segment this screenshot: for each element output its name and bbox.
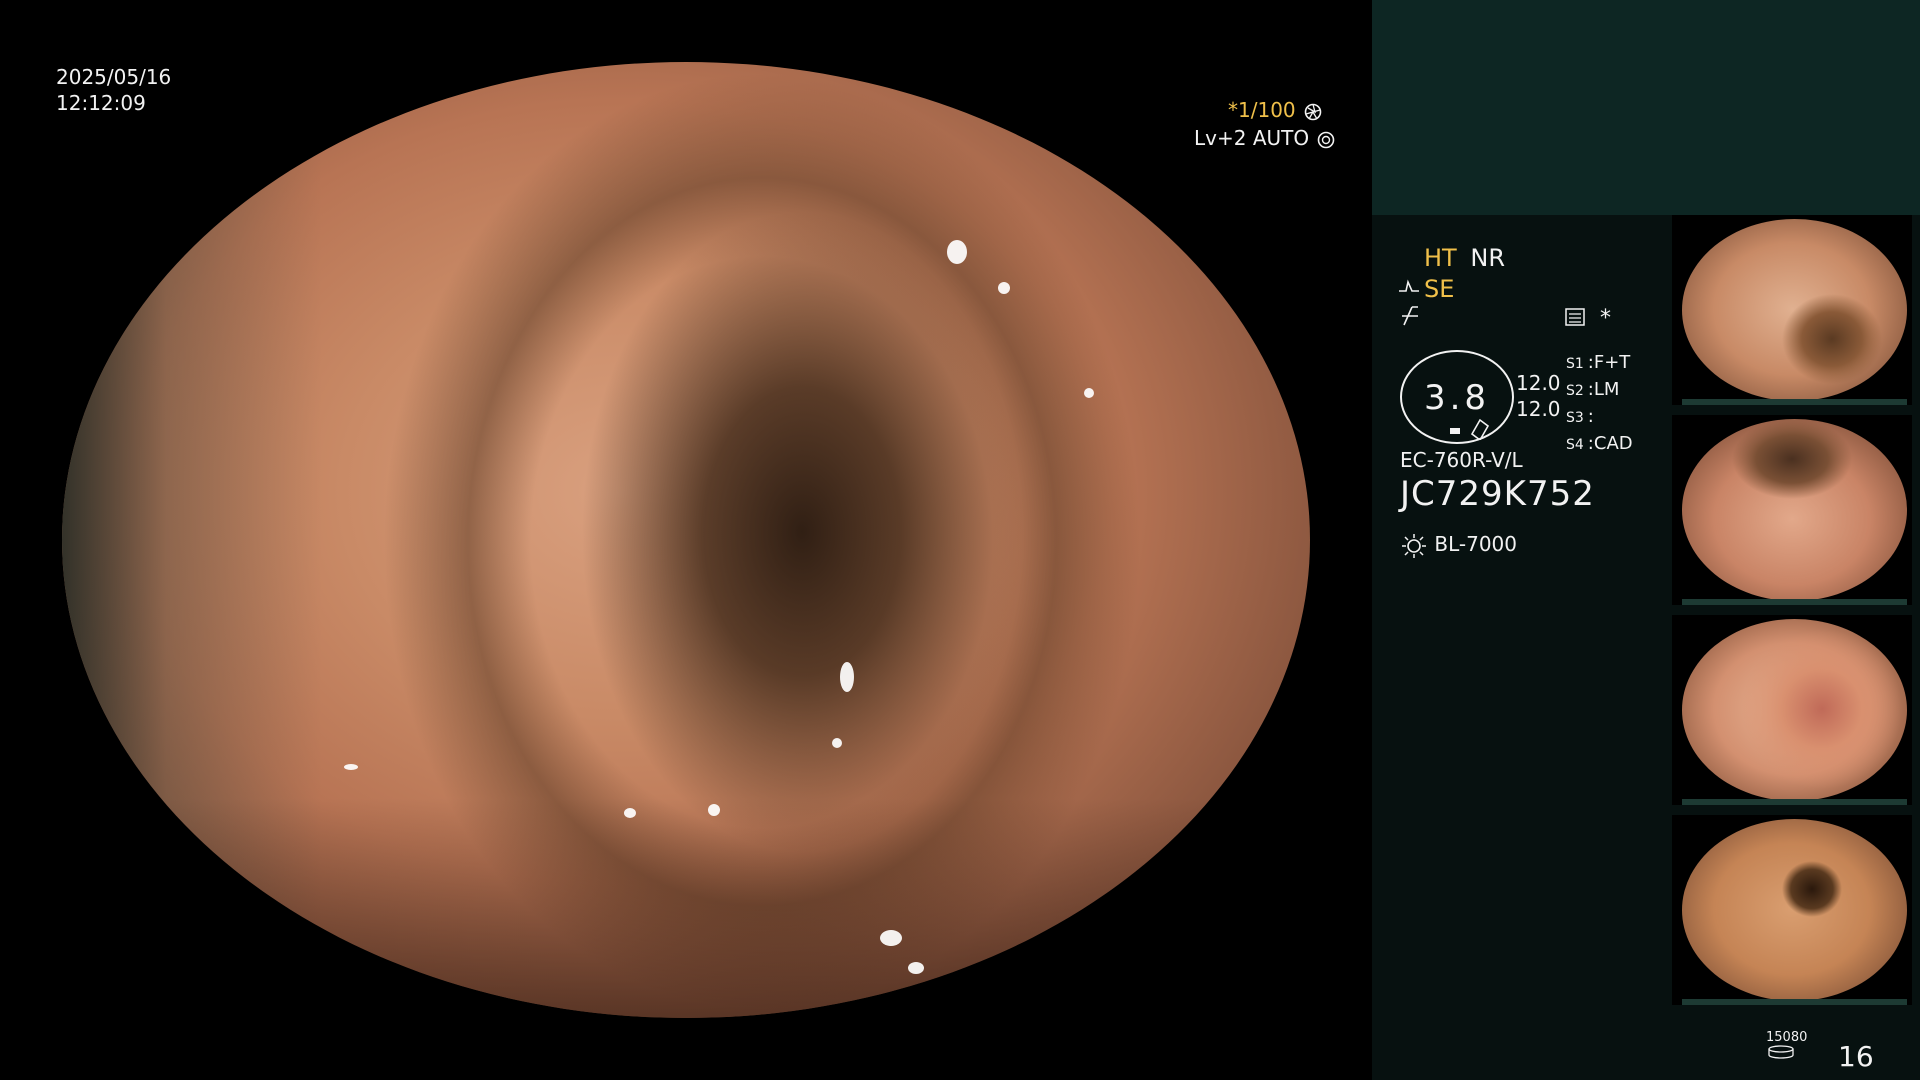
endoscope-image (62, 62, 1310, 1018)
glare-spot (624, 808, 636, 818)
glare-spot (840, 662, 854, 692)
time-text: 12:12:09 (56, 91, 146, 115)
gauge-value-2: 12.0 (1516, 397, 1561, 421)
thumbnail-image (1682, 219, 1907, 401)
light-source: BL-7000 (1400, 532, 1517, 559)
zoom-lever-icon (1450, 418, 1490, 440)
storage-count-text: 15080 (1766, 1030, 1808, 1045)
scope-serial-number: JC729K752 (1400, 474, 1595, 514)
image-shadow-bottom (62, 798, 1310, 1018)
glare-spot (998, 282, 1010, 294)
se-indicator: SE (1424, 275, 1455, 303)
switch-key: S1 (1566, 356, 1584, 372)
storage-counter: 15080 (1766, 1030, 1807, 1063)
aperture-icon (1304, 103, 1322, 120)
record-document-icon (1564, 306, 1586, 332)
glare-spot (947, 240, 967, 264)
freeze-slash-icon (1402, 306, 1418, 326)
switch-assignments: S1:F+T S2:LM S3: S4:CAD (1566, 350, 1633, 458)
thumbnail-bar (1682, 799, 1907, 805)
freeze-row (1400, 305, 1420, 333)
glare-spot (1084, 388, 1094, 398)
switch-row: S1:F+T (1566, 352, 1631, 373)
thumbnail-bar (1682, 599, 1907, 605)
thumbnail-image (1682, 419, 1907, 601)
switch-row: S4:CAD (1566, 433, 1633, 454)
enhancement-row: HT NR (1424, 244, 1505, 272)
magnification-gauge: 3.8 (1400, 350, 1514, 444)
shutter-speed-readout: *1/100 (1228, 98, 1372, 122)
gauge-values: 12.0 12.0 (1516, 370, 1561, 422)
glare-spot (880, 930, 902, 946)
switch-key: S4 (1566, 437, 1584, 453)
gauge-value: 3.8 (1423, 378, 1491, 418)
thumbnail-bar (1682, 999, 1907, 1005)
structure-curve-icon (1399, 279, 1419, 292)
exposure-level-readout: Lv+2 AUTO (1194, 126, 1335, 150)
switch-key: S2 (1566, 383, 1584, 399)
switch-key: S3 (1566, 410, 1584, 426)
date-time-display: 2025/05/16 12:12:09 (56, 64, 171, 116)
light-source-icon (1402, 533, 1426, 558)
date-text: 2025/05/16 (56, 65, 172, 89)
panel-top-band (1372, 0, 1920, 215)
glare-spot (344, 764, 358, 770)
thumbnail-capture-2[interactable] (1672, 415, 1912, 605)
structure-enhancement-row: SE (1399, 275, 1455, 303)
switch-value: LM (1593, 379, 1620, 400)
thumbnail-image (1682, 619, 1907, 801)
shutter-text: *1/100 (1228, 98, 1296, 122)
star-indicator: * (1600, 306, 1611, 331)
storage-disk-icon (1768, 1045, 1794, 1059)
switch-value: CAD (1593, 433, 1633, 454)
endoscope-main-view: 2025/05/16 12:12:09 *1/100 Lv+2 AUTO (0, 0, 1372, 1080)
level-text: Lv+2 AUTO (1194, 126, 1310, 150)
glare-spot (708, 804, 720, 816)
ht-indicator: HT (1424, 244, 1457, 272)
capture-count: 16 (1838, 1040, 1874, 1073)
thumbnail-capture-3[interactable] (1672, 615, 1912, 805)
iris-mode-icon (1318, 131, 1335, 148)
gauge-value-1: 12.0 (1516, 371, 1561, 395)
switch-row: S2:LM (1566, 379, 1620, 400)
glare-spot (832, 738, 842, 748)
scope-model: EC-760R-V/L (1400, 448, 1523, 472)
light-source-text: BL-7000 (1434, 532, 1517, 556)
switch-value: F+T (1593, 352, 1631, 373)
switch-row: S3: (1566, 406, 1594, 427)
nr-indicator: NR (1470, 244, 1505, 272)
thumbnail-capture-1[interactable] (1672, 215, 1912, 405)
processor-info-panel: HT NR SE * 3.8 12.0 12.0 S1:F+T S2:LM S3… (1372, 0, 1920, 1080)
thumbnail-bar (1682, 399, 1907, 405)
thumbnail-capture-4[interactable] (1672, 815, 1912, 1005)
thumbnail-image (1682, 819, 1907, 1001)
glare-spot (908, 962, 924, 974)
